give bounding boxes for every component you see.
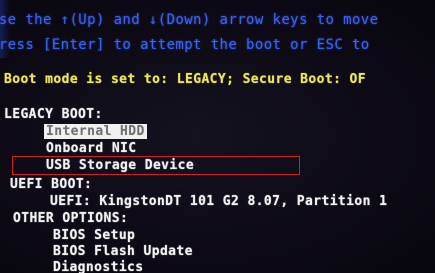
boot-item-uefi-kingston[interactable]: UEFI: KingstonDT 101 G2 8.07, Partition … — [50, 194, 387, 209]
boot-item-onboard-nic[interactable]: Onboard NIC — [46, 141, 137, 156]
uefi-boot-header: UEFI BOOT: — [10, 177, 93, 192]
option-diagnostics[interactable]: Diagnostics — [53, 260, 144, 273]
bios-boot-menu-screen: Use the ↑(Up) and ↓(Down) arrow keys to … — [0, 0, 435, 273]
legacy-boot-header: LEGACY BOOT: — [4, 107, 103, 122]
instruction-enter: Press [Enter] to attempt the boot or ESC… — [0, 37, 370, 53]
boot-item-label: Internal HDD — [44, 124, 147, 139]
instruction-navigate: Use the ↑(Up) and ↓(Down) arrow keys to … — [0, 12, 379, 28]
boot-item-internal-hdd[interactable]: Internal HDD — [44, 124, 147, 139]
option-bios-setup[interactable]: BIOS Setup — [53, 228, 135, 243]
option-bios-flash-update[interactable]: BIOS Flash Update — [53, 244, 193, 259]
other-options-header: OTHER OPTIONS: — [13, 211, 129, 226]
usb-storage-annotation-box — [12, 156, 300, 175]
boot-mode-status: Boot mode is set to: LEGACY; Secure Boot… — [4, 72, 366, 87]
